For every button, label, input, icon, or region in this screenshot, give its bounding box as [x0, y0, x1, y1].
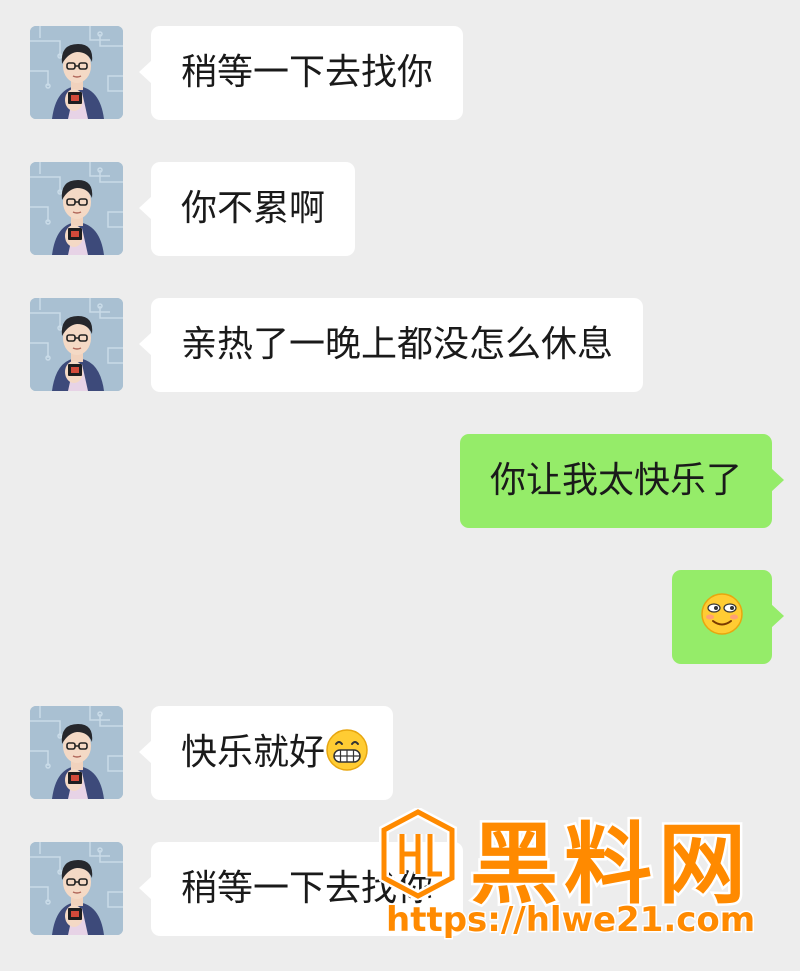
message-text: 稍等一下去找你 [181, 52, 434, 93]
message-text: 快乐就好 [181, 732, 326, 773]
avatar[interactable] [30, 162, 123, 255]
message-text: 你让我太快乐了 [489, 460, 742, 501]
avatar[interactable] [30, 298, 123, 391]
avatar-image [30, 706, 123, 799]
avatar-image [30, 842, 123, 935]
message-text: 稍等一下去找你 [181, 868, 434, 909]
avatar-image [30, 26, 123, 119]
watermark-brand: 黑料网 [467, 811, 753, 919]
smirk-emoji-icon [701, 593, 743, 635]
incoming-bubble[interactable]: 稍等一下去找你 [138, 842, 464, 936]
incoming-bubble[interactable]: 你不累啊 [138, 162, 356, 256]
avatar[interactable] [30, 26, 123, 119]
incoming-bubble[interactable]: 稍等一下去找你 [138, 26, 464, 120]
avatar[interactable] [30, 706, 123, 799]
incoming-bubble[interactable]: 亲热了一晚上都没怎么休息 [138, 298, 644, 392]
outgoing-bubble[interactable] [672, 570, 784, 664]
incoming-bubble[interactable]: 快乐就好 [138, 706, 394, 800]
outgoing-bubble[interactable]: 你让我太快乐了 [459, 434, 785, 528]
message-text: 你不累啊 [181, 188, 326, 229]
avatar[interactable] [30, 842, 123, 935]
avatar-image [30, 162, 123, 255]
message-text: 亲热了一晚上都没怎么休息 [181, 324, 614, 365]
grin-emoji-icon [326, 729, 368, 771]
avatar-image [30, 298, 123, 391]
